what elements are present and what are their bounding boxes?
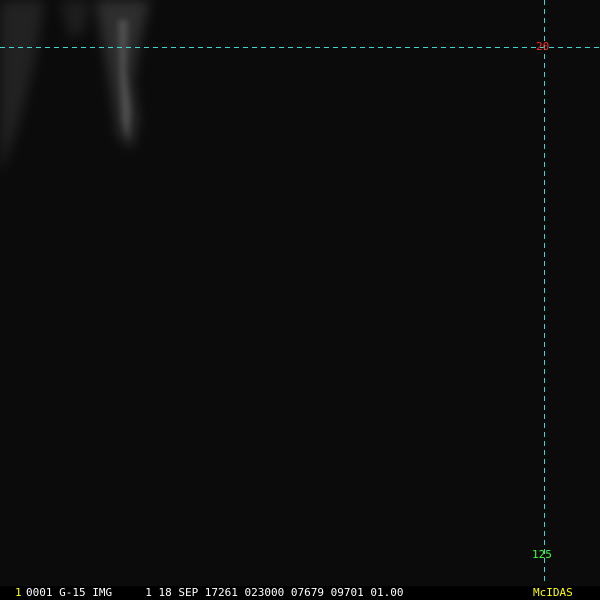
image-background (0, 0, 600, 585)
image-metadata-text: 0001 G-15 IMG 1 18 SEP 17261 023000 0767… (26, 586, 404, 599)
frame-number: 1 (15, 586, 22, 599)
satellite-imagery (0, 0, 600, 585)
longitude-label: 125 (532, 548, 552, 561)
image-status-bar: 1 0001 G-15 IMG 1 18 SEP 17261 023000 07… (0, 586, 600, 600)
product-label: McIDAS (533, 586, 573, 599)
satellite-image-frame: 20 125 1 0001 G-15 IMG 1 18 SEP 17261 02… (0, 0, 600, 600)
latitude-label: 20 (536, 40, 550, 53)
